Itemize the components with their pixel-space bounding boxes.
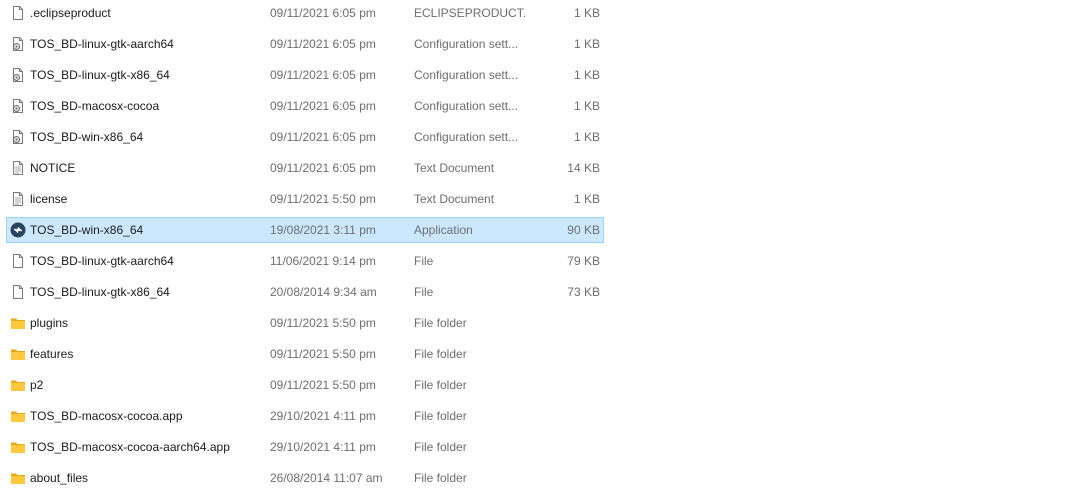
file-size bbox=[527, 404, 600, 428]
file-type: Configuration sett... bbox=[414, 99, 519, 113]
config-file-icon bbox=[10, 129, 26, 145]
file-type: Configuration sett... bbox=[414, 37, 519, 51]
file-name: features bbox=[30, 347, 74, 361]
file-row[interactable]: TOS_BD-macosx-cocoa-aarch64.app 29/10/202… bbox=[6, 434, 604, 460]
blank-file-icon bbox=[10, 253, 26, 269]
date-modified: 09/11/2021 6:05 pm bbox=[270, 37, 376, 51]
file-row[interactable]: about_files 26/08/2014 11:07 am File folde… bbox=[6, 465, 604, 491]
file-name: p2 bbox=[30, 378, 44, 392]
file-size: 1 KB bbox=[573, 68, 600, 82]
config-file-icon bbox=[10, 36, 26, 52]
file-type: ECLIPSEPRODUCT... bbox=[414, 6, 526, 20]
date-modified: 09/11/2021 5:50 pm bbox=[270, 378, 376, 392]
blank-file-icon bbox=[10, 284, 26, 300]
file-name: .eclipseproduct bbox=[30, 6, 111, 20]
file-size: 73 KB bbox=[567, 285, 600, 299]
file-row[interactable]: TOS_BD-linux-gtk-x86_64 09/11/2021 6:05 p… bbox=[6, 62, 604, 88]
file-row[interactable]: TOS_BD-linux-gtk-x86_64 20/08/2014 9:34 a… bbox=[6, 279, 604, 305]
folder-icon bbox=[10, 315, 26, 331]
date-modified: 20/08/2014 9:34 am bbox=[270, 285, 377, 299]
file-size: 79 KB bbox=[567, 254, 600, 268]
folder-icon bbox=[10, 408, 26, 424]
config-file-icon bbox=[10, 67, 26, 83]
date-modified: 09/11/2021 5:50 pm bbox=[270, 192, 376, 206]
file-name: TOS_BD-win-x86_64 bbox=[30, 130, 144, 144]
file-row[interactable]: p2 09/11/2021 5:50 pm File folder bbox=[6, 372, 604, 398]
folder-icon bbox=[10, 470, 26, 486]
config-file-icon bbox=[10, 98, 26, 114]
text-document-icon bbox=[10, 191, 26, 207]
date-modified: 29/10/2021 4:11 pm bbox=[270, 440, 376, 454]
file-type: File folder bbox=[414, 471, 467, 485]
file-type: Text Document bbox=[414, 192, 495, 206]
file-name: plugins bbox=[30, 316, 69, 330]
file-row[interactable]: features 09/11/2021 5:50 pm File folder bbox=[6, 341, 604, 367]
date-modified: 09/11/2021 6:05 pm bbox=[270, 6, 376, 20]
file-name: TOS_BD-win-x86_64 bbox=[30, 223, 144, 237]
file-name: about_files bbox=[30, 471, 89, 485]
file-row[interactable]: TOS_BD-linux-gtk-aarch64 09/11/2021 6:05 … bbox=[6, 31, 604, 57]
date-modified: 09/11/2021 5:50 pm bbox=[270, 347, 376, 361]
date-modified: 19/08/2021 3:11 pm bbox=[270, 223, 376, 237]
date-modified: 09/11/2021 6:05 pm bbox=[270, 99, 376, 113]
date-modified: 09/11/2021 6:05 pm bbox=[270, 161, 376, 175]
file-size: 1 KB bbox=[573, 6, 600, 20]
date-modified: 09/11/2021 5:50 pm bbox=[270, 316, 376, 330]
file-size bbox=[527, 435, 600, 459]
file-size: 1 KB bbox=[573, 99, 600, 113]
file-type: Configuration sett... bbox=[414, 68, 519, 82]
application-icon bbox=[10, 222, 26, 238]
file-type: File bbox=[414, 285, 434, 299]
file-size: 1 KB bbox=[573, 37, 600, 51]
file-row[interactable]: TOS_BD-linux-gtk-aarch64 11/06/2021 9:14 … bbox=[6, 248, 604, 274]
date-modified: 11/06/2021 9:14 pm bbox=[270, 254, 376, 268]
file-type: File folder bbox=[414, 378, 467, 392]
file-row[interactable]: TOS_BD-macosx-cocoa.app 29/10/2021 4:11 p… bbox=[6, 403, 604, 429]
file-type: File bbox=[414, 254, 434, 268]
file-type: Application bbox=[414, 223, 473, 237]
folder-icon bbox=[10, 439, 26, 455]
file-type: File folder bbox=[414, 409, 467, 423]
file-size bbox=[527, 466, 600, 490]
file-name: TOS_BD-linux-gtk-aarch64 bbox=[30, 37, 174, 51]
file-name: TOS_BD-macosx-cocoa.app bbox=[30, 409, 183, 423]
file-type: File folder bbox=[414, 440, 467, 454]
file-row[interactable]: .eclipseproduct 09/11/2021 6:05 pm ECLIPSE… bbox=[6, 0, 604, 26]
file-size bbox=[527, 311, 600, 335]
file-name: TOS_BD-linux-gtk-x86_64 bbox=[30, 68, 170, 82]
file-type: Configuration sett... bbox=[414, 130, 519, 144]
file-row[interactable]: NOTICE 09/11/2021 6:05 pm Text Document 14 … bbox=[6, 155, 604, 181]
file-name: TOS_BD-macosx-cocoa-aarch64.app bbox=[30, 440, 230, 454]
file-type: File folder bbox=[414, 316, 467, 330]
file-size: 1 KB bbox=[573, 130, 600, 144]
file-row[interactable]: license 09/11/2021 5:50 pm Text Document 1 … bbox=[6, 186, 604, 212]
blank-file-icon bbox=[10, 5, 26, 21]
file-name: NOTICE bbox=[30, 161, 76, 175]
file-size: 14 KB bbox=[567, 161, 600, 175]
file-type: File folder bbox=[414, 347, 467, 361]
file-name: TOS_BD-macosx-cocoa bbox=[30, 99, 160, 113]
file-size: 1 KB bbox=[573, 192, 600, 206]
file-name: license bbox=[30, 192, 68, 206]
file-row[interactable]: plugins 09/11/2021 5:50 pm File folder bbox=[6, 310, 604, 336]
file-row[interactable]: TOS_BD-win-x86_64 09/11/2021 6:05 pm Confi… bbox=[6, 124, 604, 150]
date-modified: 09/11/2021 6:05 pm bbox=[270, 130, 376, 144]
file-size: 90 KB bbox=[567, 223, 600, 237]
date-modified: 29/10/2021 4:11 pm bbox=[270, 409, 376, 423]
date-modified: 09/11/2021 6:05 pm bbox=[270, 68, 376, 82]
file-row[interactable]: TOS_BD-win-x86_64 19/08/2021 3:11 pm Appli… bbox=[6, 217, 604, 243]
file-size bbox=[527, 373, 600, 397]
file-size bbox=[527, 342, 600, 366]
date-modified: 26/08/2014 11:07 am bbox=[270, 471, 383, 485]
folder-icon bbox=[10, 377, 26, 393]
file-name: TOS_BD-linux-gtk-aarch64 bbox=[30, 254, 174, 268]
text-document-icon bbox=[10, 160, 26, 176]
file-name: TOS_BD-linux-gtk-x86_64 bbox=[30, 285, 170, 299]
file-type: Text Document bbox=[414, 161, 495, 175]
file-row[interactable]: TOS_BD-macosx-cocoa 09/11/2021 6:05 pm Con… bbox=[6, 93, 604, 119]
folder-icon bbox=[10, 346, 26, 362]
